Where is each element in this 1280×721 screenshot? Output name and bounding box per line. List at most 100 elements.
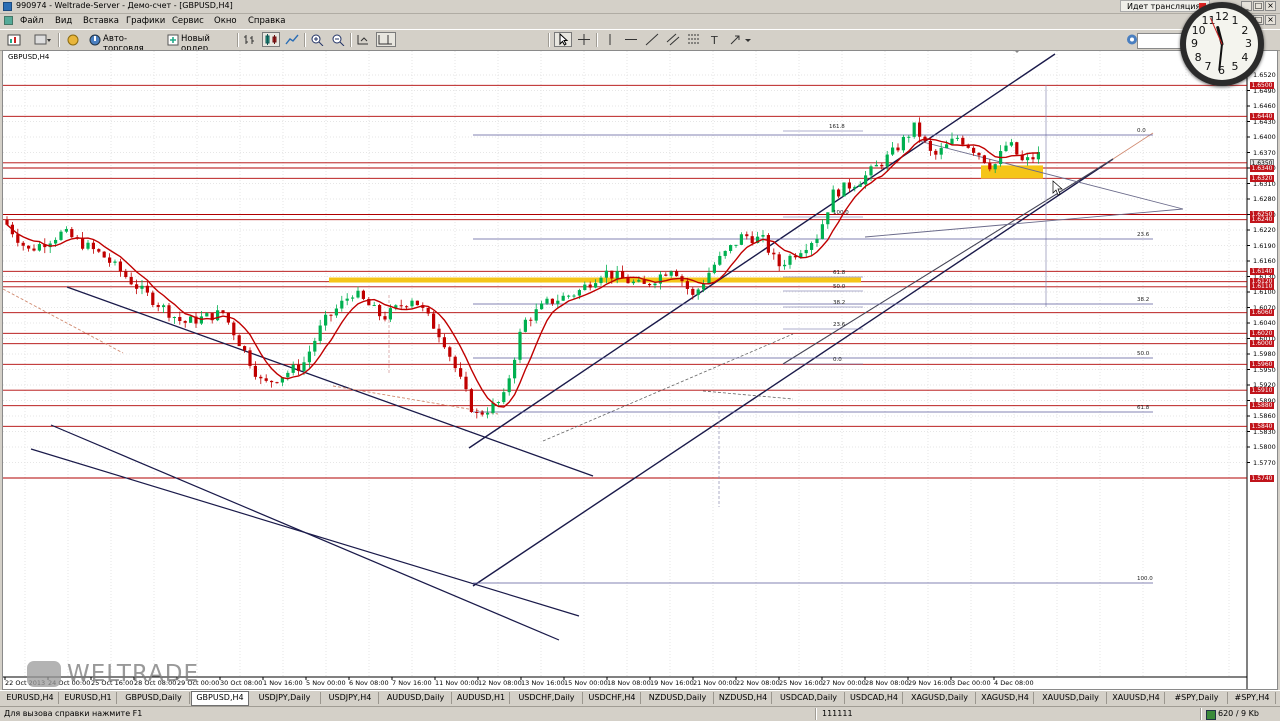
price-tick-label: 1.6220 [1253,226,1276,234]
chart-tab[interactable]: XAUUSD,H4 [1108,692,1165,704]
zoom-in-icon[interactable] [309,32,325,47]
menu-tools[interactable]: Сервис [172,16,204,26]
bullish-candle [54,239,58,244]
price-level-tag: 1.6240 [1250,216,1274,224]
bearish-candle [27,245,31,249]
connection-icon [1206,710,1216,720]
bullish-candle [945,144,949,149]
fibonacci-icon[interactable] [686,32,702,47]
menu-window[interactable]: Окно [214,16,237,26]
menu-insert[interactable]: Вставка [83,16,119,26]
chart-tab[interactable]: XAGUSD,H4 [977,692,1034,704]
auto-scroll-icon[interactable] [355,32,371,47]
arrows-dropdown-icon[interactable] [728,32,756,47]
bearish-candle [108,257,112,263]
menu-help[interactable]: Справка [248,16,285,26]
chart-window[interactable]: GBPUSD,H4 1.6520 1.6490 1.6460 1.6430 1.6400… [2,50,1278,690]
bearish-candle [880,164,884,167]
vertical-line-icon[interactable] [602,32,618,47]
crosshair-tool-icon[interactable] [576,32,592,47]
menu-charts[interactable]: Графики [126,16,165,26]
bullish-candle [567,295,571,297]
bullish-candle [86,242,90,249]
clock-widget: 12 1 2 3 4 5 6 7 8 9 10 11 [1180,2,1264,86]
bearish-candle [297,364,301,371]
bearish-candle [437,328,441,338]
bullish-candle [502,392,506,403]
toolbar: Авто-торговля Новый ордер T [0,29,1280,54]
fibonacci-level-label: 161.8 [829,124,845,130]
horizontal-line-icon[interactable] [623,32,639,47]
price-tick-label: 1.5860 [1253,412,1276,420]
bearish-candle [475,411,479,413]
new-chart-button[interactable] [6,32,24,47]
bearish-candle [621,271,625,279]
market-watch-icon[interactable] [64,32,82,47]
bearish-candle [685,281,689,289]
bearish-candle [91,242,95,250]
cursor-tool-icon[interactable] [554,32,572,47]
trendline-icon[interactable] [644,32,660,47]
chart-tab[interactable]: EURUSD,H1 [60,692,117,704]
profiles-button[interactable] [33,32,53,47]
chart-tab[interactable]: #SPY,H4 [1229,692,1276,704]
time-tick-label: 13 Nov 16:00 [521,679,565,687]
bullish-candle [64,229,68,232]
chart-tab[interactable]: USDCHF,Daily [511,692,583,704]
bearish-candle [691,288,695,295]
price-chart[interactable] [3,51,1277,689]
line-chart-icon[interactable] [284,32,300,47]
fibonacci-level-label: 50.0 [833,284,846,290]
time-tick-label: 25 Nov 16:00 [779,679,823,687]
menu-file[interactable]: Файл [20,16,43,26]
auto-trading-button[interactable]: Авто-торговля [86,32,161,54]
chart-tab[interactable]: NZDUSD,H4 [715,692,772,704]
bullish-candle [788,255,792,265]
chart-tab[interactable]: AUDUSD,H1 [453,692,510,704]
text-tool-icon[interactable]: T [707,32,723,47]
chart-tab[interactable]: NZDUSD,Daily [642,692,714,704]
chart-document-icon [4,16,13,25]
close-button[interactable]: × [1265,1,1276,11]
chart-tab[interactable]: XAGUSD,Daily [904,692,976,704]
bearish-candle [405,306,409,308]
bullish-candle [545,298,549,304]
chart-shift-icon[interactable] [376,32,396,47]
window-title: 990974 - Weltrade-Server - Демо-счет - [… [16,1,233,10]
bearish-candle [156,305,160,308]
bearish-candle [977,152,981,156]
new-order-button[interactable]: Новый ордер [165,32,233,54]
chart-tab[interactable]: #SPY,Daily [1166,692,1228,704]
bearish-candle [610,270,614,279]
bullish-candle [739,234,743,245]
bearish-candle [118,261,122,272]
bearish-candle [129,277,133,285]
price-level-tag: 1.6060 [1250,309,1274,317]
chart-tab[interactable]: EURUSD,H4 [2,692,59,704]
chart-tab[interactable]: USDCHF,H4 [584,692,641,704]
chart-tab[interactable]: AUDUSD,Daily [380,692,452,704]
chart-tab[interactable]: GBPUSD,H4 [191,691,249,706]
chart-tab[interactable]: XAUUSD,Daily [1035,692,1107,704]
fibonacci-level-label: 38.2 [1137,297,1150,303]
menu-bar: Файл Вид Вставка Графики Сервис Окно Спр… [0,14,1280,27]
candlestick-chart-icon[interactable] [262,32,280,47]
bearish-candle [664,274,668,276]
zoom-out-icon[interactable] [330,32,346,47]
price-level-tag: 1.6320 [1250,174,1274,182]
chart-tab[interactable]: USDCAD,H4 [846,692,903,704]
chart-close-button[interactable]: × [1265,15,1276,25]
bearish-candle [270,380,274,383]
bullish-candle [496,402,500,404]
chart-tab[interactable]: USDJPY,Daily [249,692,321,704]
menu-view[interactable]: Вид [55,16,72,26]
equidistant-channel-icon[interactable] [665,32,681,47]
chart-tab[interactable]: USDCAD,Daily [773,692,845,704]
bearish-candle [232,322,236,336]
bearish-candle [415,300,419,306]
fibonacci-level-label: 61.8 [1137,405,1150,411]
chart-tab[interactable]: GBPUSD,Daily [118,692,190,704]
status-bar: Для вызова справки нажмите F1 111111 620… [0,706,1280,721]
chart-tab[interactable]: USDJPY,H4 [322,692,379,704]
bar-chart-icon[interactable] [242,32,258,47]
